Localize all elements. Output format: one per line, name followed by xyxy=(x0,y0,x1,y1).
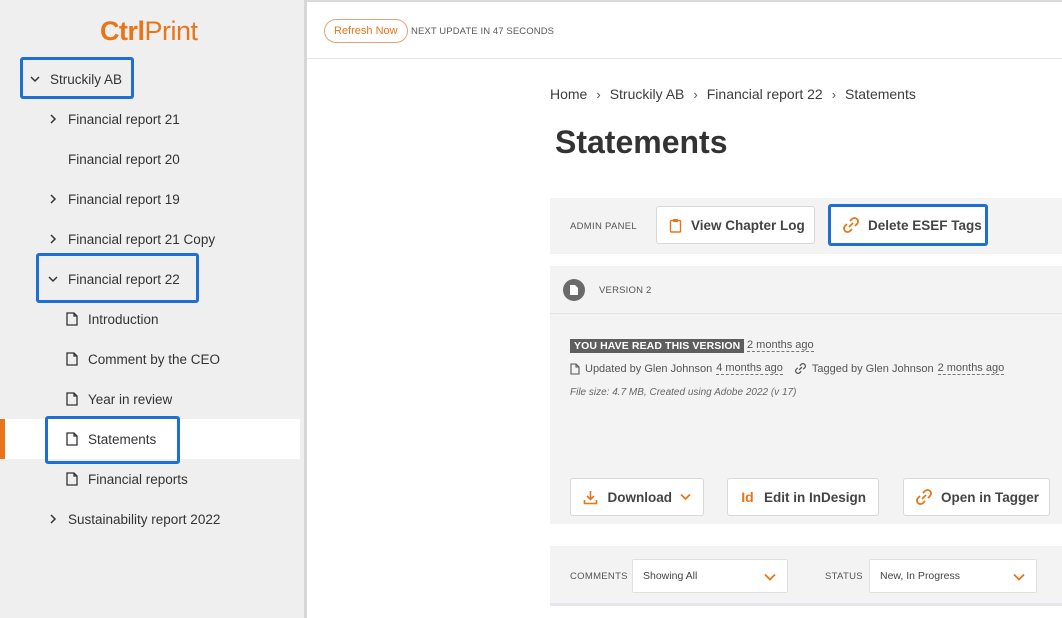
download-button[interactable]: Download xyxy=(570,478,704,516)
breadcrumb-home[interactable]: Home xyxy=(550,86,587,102)
chevron-right-icon xyxy=(46,192,60,206)
top-bar: Refresh Now NEXT UPDATE IN 47 SECONDS xyxy=(307,0,1062,59)
document-icon xyxy=(66,472,78,486)
tagged-by-text: Tagged by Glen Johnson xyxy=(811,362,934,375)
sidebar-item-sustainability-report-2022[interactable]: Sustainability report 2022 xyxy=(46,499,220,539)
refresh-now-button[interactable]: Refresh Now xyxy=(324,19,408,43)
sidebar-item-financial-report-19[interactable]: Financial report 19 xyxy=(46,179,180,219)
delete-esef-tags-button[interactable]: Delete ESEF Tags xyxy=(828,204,988,246)
chevron-down-icon xyxy=(680,493,691,501)
top-border xyxy=(307,0,1062,2)
chevron-down-icon xyxy=(764,573,776,581)
chevron-right-icon: › xyxy=(693,86,698,102)
sidebar-item-year-in-review[interactable]: Year in review xyxy=(66,379,172,419)
sidebar-item-label: Introduction xyxy=(88,311,159,327)
app-window: CtrlPrint Struckily AB Financial report … xyxy=(0,0,1062,618)
read-timestamp: 2 months ago xyxy=(747,339,814,352)
app-logo[interactable]: CtrlPrint xyxy=(100,16,198,47)
open-in-tagger-button[interactable]: Open in Tagger xyxy=(903,478,1050,516)
read-version-badge: YOU HAVE READ THIS VERSION xyxy=(570,339,745,353)
tag-link-icon xyxy=(843,217,859,233)
breadcrumb-financial-report-22[interactable]: Financial report 22 xyxy=(707,86,823,102)
highlight-box-struckily-ab xyxy=(20,57,134,99)
chevron-right-icon xyxy=(46,232,60,246)
tag-link-icon xyxy=(794,363,806,374)
edit-in-indesign-button[interactable]: Id Edit in InDesign xyxy=(727,478,879,516)
download-label: Download xyxy=(607,489,673,505)
tag-link-icon xyxy=(916,489,932,505)
download-icon xyxy=(583,489,599,505)
sidebar-active-indicator xyxy=(0,419,5,459)
chevron-down-icon xyxy=(1013,573,1025,581)
file-icon xyxy=(563,279,585,301)
status-label: STATUS xyxy=(825,571,863,582)
sidebar-item-label: Financial report 21 Copy xyxy=(68,231,216,247)
updated-by-text: Updated by Glen Johnson xyxy=(585,362,713,375)
sidebar-item-label: Comment by the CEO xyxy=(88,351,221,367)
status-filter-value: New, In Progress xyxy=(880,570,960,582)
page-title: Statements xyxy=(555,124,728,160)
sidebar-item-label: Financial report 20 xyxy=(68,151,180,167)
indesign-icon: Id xyxy=(741,489,754,505)
sidebar-item-financial-report-20[interactable]: Financial report 20 xyxy=(68,139,180,179)
comments-bar: COMMENTS Showing All STATUS New, In Prog… xyxy=(550,546,1062,606)
sidebar-item-label: Year in review xyxy=(88,391,173,407)
document-icon xyxy=(66,392,78,406)
chevron-right-icon: › xyxy=(596,86,601,102)
highlight-box-financial-report-22 xyxy=(36,253,199,303)
sidebar-item-financial-report-21[interactable]: Financial report 21 xyxy=(46,99,180,139)
sidebar-item-label: Financial report 19 xyxy=(68,191,180,207)
version-meta: Updated by Glen Johnson 4 months ago Tag… xyxy=(570,362,1005,375)
sidebar-item-introduction[interactable]: Introduction xyxy=(66,299,159,339)
document-icon xyxy=(570,362,580,375)
sidebar-item-label: Financial report 21 xyxy=(68,111,180,127)
sidebar-divider xyxy=(304,0,307,618)
sidebar-item-label: Sustainability report 2022 xyxy=(68,511,221,527)
open-in-tagger-label: Open in Tagger xyxy=(941,489,1040,505)
view-chapter-log-button[interactable]: View Chapter Log xyxy=(656,206,815,244)
delete-esef-tags-label: Delete ESEF Tags xyxy=(868,217,982,233)
updated-timestamp: 4 months ago xyxy=(716,362,783,375)
version-header: VERSION 2 xyxy=(550,266,1062,314)
comments-filter-select[interactable]: Showing All xyxy=(632,559,788,593)
chevron-right-icon xyxy=(46,512,60,526)
admin-panel: ADMIN PANEL View Chapter Log Delete ESEF… xyxy=(550,198,1062,254)
breadcrumb-struckily-ab[interactable]: Struckily AB xyxy=(610,86,685,102)
breadcrumb-statements: Statements xyxy=(845,86,916,102)
comments-filter-value: Showing All xyxy=(643,570,698,582)
document-icon xyxy=(66,352,78,366)
breadcrumb: Home › Struckily AB › Financial report 2… xyxy=(550,86,916,102)
admin-panel-label: ADMIN PANEL xyxy=(570,221,637,232)
comments-label: COMMENTS xyxy=(570,571,628,582)
document-icon xyxy=(66,312,78,326)
version-panel: VERSION 2 YOU HAVE READ THIS VERSION 2 m… xyxy=(550,266,1062,524)
status-filter-select[interactable]: New, In Progress xyxy=(869,559,1037,593)
sidebar-item-label: Financial reports xyxy=(88,471,188,487)
highlight-box-statements xyxy=(45,416,180,464)
tagged-timestamp: 2 months ago xyxy=(937,362,1005,375)
file-info: File size: 4.7 MB, Created using Adobe 2… xyxy=(570,387,797,398)
chevron-right-icon xyxy=(46,112,60,126)
edit-in-indesign-label: Edit in InDesign xyxy=(763,489,866,505)
sidebar-item-comment-by-the-ceo[interactable]: Comment by the CEO xyxy=(66,339,220,379)
chevron-right-icon: › xyxy=(831,86,837,102)
clipboard-icon xyxy=(669,217,682,233)
next-update-countdown: NEXT UPDATE IN 47 SECONDS xyxy=(411,26,555,37)
logo-part-ctrl: Ctrl xyxy=(100,16,145,46)
version-label: VERSION 2 xyxy=(599,285,652,296)
logo-part-print: Print xyxy=(144,16,199,46)
sidebar-item-financial-reports[interactable]: Financial reports xyxy=(66,459,188,499)
view-chapter-log-label: View Chapter Log xyxy=(691,217,805,233)
